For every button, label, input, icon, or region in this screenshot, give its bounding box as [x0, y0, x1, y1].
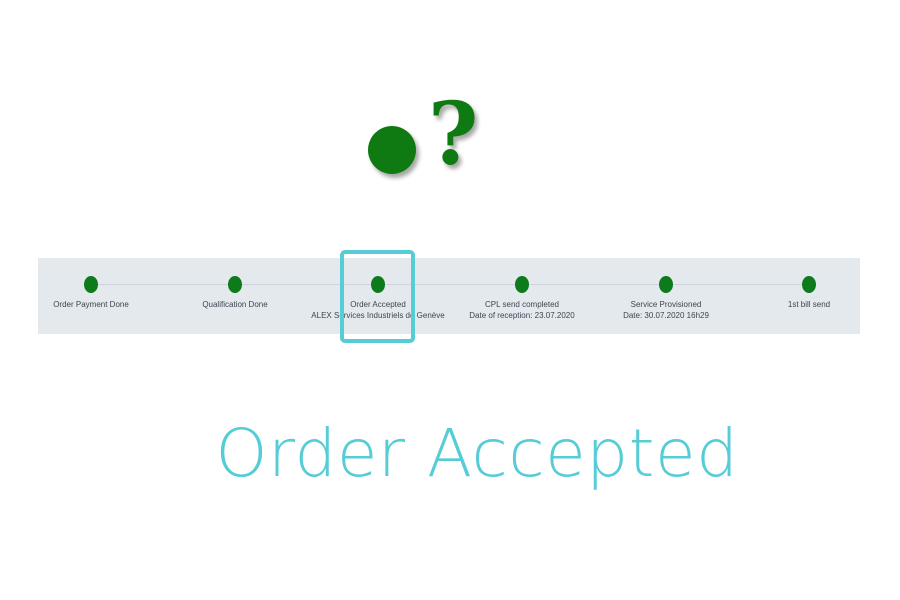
step-status-dot — [659, 276, 673, 293]
step-status-dot — [515, 276, 529, 293]
timeline-step-qualification-done: Qualification Done — [160, 258, 310, 310]
step-status-dot — [802, 276, 816, 293]
step-detail: Date: 30.07.2020 16h29 — [623, 311, 709, 320]
step-status-dot — [84, 276, 98, 293]
step-detail: Date of reception: 23.07.2020 — [469, 311, 575, 320]
step-label: 1st bill send — [787, 300, 831, 309]
timeline-step-first-bill-send: 1st bill send — [734, 258, 884, 310]
step-status-dot — [228, 276, 242, 293]
timeline-step-service-provisioned: Service Provisioned Date: 30.07.2020 16h… — [591, 258, 741, 321]
step-label: Order Payment Done — [53, 300, 129, 309]
status-question-graphic: ? — [362, 92, 502, 188]
step-label: Service Provisioned — [630, 300, 702, 309]
current-step-highlight-frame — [340, 250, 415, 343]
timeline-step-cpl-send-completed: CPL send completed Date of reception: 23… — [447, 258, 597, 321]
green-dot-icon — [368, 126, 416, 174]
question-mark-icon: ? — [428, 84, 479, 185]
current-status-caption: Order Accepted — [215, 415, 739, 492]
order-status-timeline: Order Payment Done Qualification Done Or… — [38, 258, 860, 334]
slide: ? Order Payment Done Qualification Done … — [0, 0, 900, 600]
step-label: CPL send completed — [485, 300, 559, 309]
step-label: Qualification Done — [202, 300, 268, 309]
timeline-step-order-payment-done: Order Payment Done — [16, 258, 166, 310]
